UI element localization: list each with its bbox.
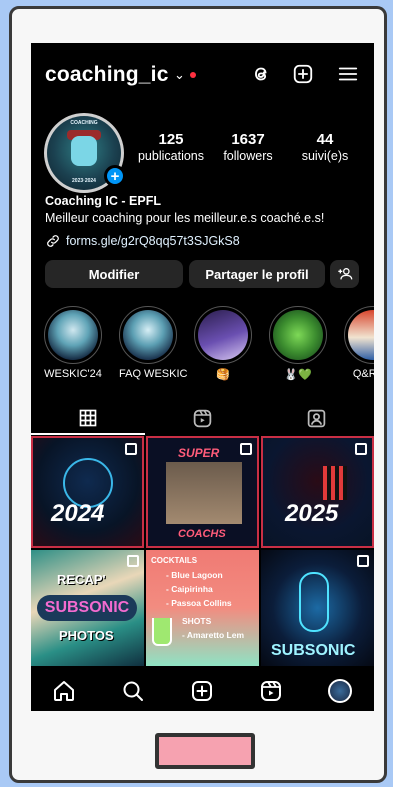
tab-grid[interactable] [31, 401, 145, 435]
highlight-faq-weskic[interactable]: FAQ WESKIC [119, 306, 188, 380]
post-text: SUBSONIC [37, 595, 137, 621]
carousel-icon [357, 555, 369, 567]
stat-label: suivi(e)s [301, 149, 349, 163]
highlight-crepes[interactable]: 🥞 [194, 306, 252, 381]
bottom-nav [31, 671, 374, 711]
add-person-button[interactable] [330, 260, 359, 288]
stat-value: 44 [316, 131, 334, 148]
profile-bio: Meilleur coaching pour les meilleur.e.s … [45, 211, 325, 225]
highlight-label: 🐰💚 [284, 369, 312, 381]
post-text: PHOTOS [59, 628, 114, 643]
highlight-bunny[interactable]: 🐰💚 [269, 306, 327, 381]
post-text: COACHS [178, 528, 226, 540]
post-text: RECAP' [57, 572, 106, 587]
post-text: - Amaretto Lem [182, 630, 245, 640]
highlight-weskic24[interactable]: WESKIC'24 [44, 306, 102, 380]
stat-followers[interactable]: 1637 followers [214, 131, 282, 163]
share-profile-button[interactable]: Partager le profil [189, 260, 325, 288]
profile-link[interactable]: forms.gle/g2rQ8qq57t3SJGkS8 [45, 233, 240, 249]
stat-publications[interactable]: 125 publications [135, 131, 207, 163]
profile-avatar-nav[interactable] [328, 679, 352, 703]
post-text: - Passoa Collins [166, 598, 232, 608]
device-home-button[interactable] [155, 733, 255, 769]
carousel-icon [127, 555, 139, 567]
add-story-button[interactable]: + [104, 165, 126, 187]
grid-icon [79, 409, 97, 427]
stat-following[interactable]: 44 suivi(e)s [293, 131, 357, 163]
highlight-label: WESKIC'24 [44, 368, 102, 380]
stat-value: 125 [158, 131, 184, 148]
instagram-profile-screen: coaching_ic ⌄ COACHING 2023·2024 + 125 p… [31, 43, 374, 711]
carousel-icon [125, 443, 137, 455]
stat-label: followers [223, 149, 273, 163]
post-text: 2024 [51, 500, 105, 527]
edit-profile-button[interactable]: Modifier [45, 260, 183, 288]
post-text: SHOTS [182, 616, 212, 626]
tab-reels[interactable] [145, 401, 259, 435]
active-tab-indicator [31, 433, 145, 435]
create-icon[interactable] [190, 679, 214, 703]
post-subsonic[interactable]: SUBSONIC [261, 550, 374, 666]
tagged-icon [307, 409, 325, 427]
highlight-label: 🥞 [216, 369, 230, 381]
reels-icon[interactable] [259, 679, 283, 703]
post-2024[interactable]: 2024 [31, 436, 144, 548]
highlight-label: FAQ WESKIC [119, 368, 188, 380]
profile-name: Coaching IC - EPFL [45, 194, 161, 208]
stat-label: publications [137, 149, 204, 163]
posts-grid: 2024 SUPER COACHS 2025 RECAP' SUBSONIC P… [31, 436, 374, 666]
post-text: 2025 [285, 500, 339, 527]
carousel-icon [355, 443, 367, 455]
highlight-qr[interactable]: Q&R: W [344, 306, 374, 380]
create-icon[interactable] [292, 63, 314, 85]
profile-header: coaching_ic ⌄ [31, 43, 374, 109]
post-text: SUPER [178, 446, 220, 460]
content-tabs [31, 401, 374, 435]
notification-dot [190, 72, 196, 78]
post-text: SUBSONIC [271, 642, 356, 659]
threads-icon[interactable] [250, 63, 272, 85]
post-cocktails[interactable]: COCKTAILS - Blue Lagoon - Caipirinha - P… [146, 550, 259, 666]
username[interactable]: coaching_ic [45, 63, 169, 87]
post-2025[interactable]: 2025 [261, 436, 374, 548]
link-icon [47, 235, 59, 247]
post-recap-subsonic[interactable]: RECAP' SUBSONIC PHOTOS [31, 550, 144, 666]
stat-value: 1637 [231, 131, 265, 148]
carousel-icon [240, 443, 252, 455]
add-person-icon [337, 268, 352, 280]
post-text: - Blue Lagoon [166, 570, 223, 580]
highlight-label: Q&R: W [352, 368, 374, 380]
profile-link-text[interactable]: forms.gle/g2rQ8qq57t3SJGkS8 [66, 234, 240, 248]
tab-tagged[interactable] [259, 401, 373, 435]
post-text: - Caipirinha [166, 584, 213, 594]
menu-icon[interactable] [337, 63, 359, 85]
search-icon[interactable] [121, 679, 145, 703]
reels-icon [193, 409, 211, 427]
post-text: COCKTAILS [151, 556, 198, 565]
chevron-down-icon[interactable]: ⌄ [174, 67, 185, 83]
post-super-coachs[interactable]: SUPER COACHS [146, 436, 259, 548]
home-icon[interactable] [52, 679, 76, 703]
